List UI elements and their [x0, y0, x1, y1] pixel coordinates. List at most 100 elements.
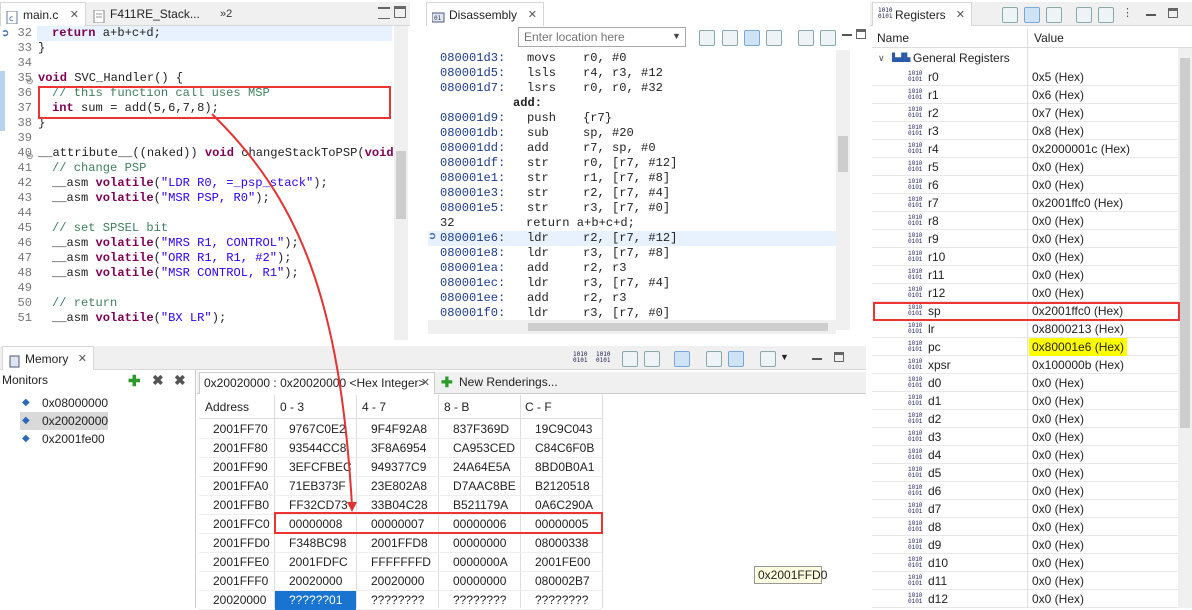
pin-icon[interactable]: [644, 351, 660, 367]
code-line[interactable]: 39: [0, 131, 392, 146]
register-row-r6[interactable]: 1010 0101 r6 0x0 (Hex): [872, 176, 1178, 194]
memory-cell[interactable]: 0A6C290A: [535, 496, 593, 515]
memory-cell[interactable]: FFFFFFFD: [371, 553, 431, 572]
register-value[interactable]: 0x0 (Hex): [1032, 374, 1084, 392]
register-row-d8[interactable]: 1010 0101 d8 0x0 (Hex): [872, 518, 1178, 536]
memory-row[interactable]: 2001FFF0 20020000 20020000 00000000 080002B7: [199, 572, 602, 591]
col-name[interactable]: Name: [877, 31, 909, 45]
close-icon[interactable]: ✕: [421, 373, 430, 393]
disassembly-view[interactable]: 080001d3: movs r0, #0 080001d5: lsls r4, r3, …: [428, 50, 866, 340]
memory-cell[interactable]: 93544CC8: [289, 439, 346, 458]
register-row-d9[interactable]: 1010 0101 d9 0x0 (Hex): [872, 536, 1178, 554]
register-row-r2[interactable]: 1010 0101 r2 0x7 (Hex): [872, 104, 1178, 122]
h-scrollbar[interactable]: [428, 320, 836, 334]
tab-rendering[interactable]: 0x20020000 : 0x20020000 <Hex Integer> ✕: [199, 372, 435, 394]
code-line[interactable]: 41 // change PSP: [0, 161, 392, 176]
register-row-r4[interactable]: 1010 0101 r4 0x2000001c (Hex): [872, 140, 1178, 158]
memory-cell[interactable]: 080002B7: [535, 572, 590, 591]
register-row-r12[interactable]: 1010 0101 r12 0x0 (Hex): [872, 284, 1178, 302]
memory-row[interactable]: 2001FFD0 F348BC98 2001FFD8 00000000 08000338: [199, 534, 602, 553]
register-row-xpsr[interactable]: 1010 0101 xpsr 0x100000b (Hex): [872, 356, 1178, 374]
code-line[interactable]: 49: [0, 281, 392, 296]
register-row-d10[interactable]: 1010 0101 d10 0x0 (Hex): [872, 554, 1178, 572]
code-line[interactable]: 44: [0, 206, 392, 221]
register-row-pc[interactable]: 1010 0101 pc 0x80001e6 (Hex): [872, 338, 1178, 356]
memory-row[interactable]: 2001FF70 9767C0E2 9F4F92A8 837F369D 19C9C043: [199, 420, 602, 439]
disassembly-row[interactable]: 080001e6: ldr r2, [r7, #12]: [428, 231, 836, 246]
scrollbar[interactable]: [394, 26, 408, 340]
register-value[interactable]: 0x0 (Hex): [1032, 284, 1084, 302]
close-icon[interactable]: ✕: [78, 347, 87, 371]
code-line[interactable]: 46 __asm volatile("MRS R1, CONTROL");: [0, 236, 392, 251]
new-view-icon[interactable]: [1076, 7, 1092, 23]
maximize-icon[interactable]: [394, 6, 406, 18]
code-line[interactable]: 32 return a+b+c+d;: [0, 26, 392, 41]
disassembly-row[interactable]: 080001db: sub sp, #20: [428, 126, 836, 141]
disassembly-row[interactable]: 080001d3: movs r0, #0: [428, 51, 836, 66]
register-value[interactable]: 0x0 (Hex): [1032, 230, 1084, 248]
memory-row[interactable]: 2001FFE0 2001FDFC FFFFFFFD 0000000A 2001FE00: [199, 553, 602, 572]
register-value[interactable]: 0x0 (Hex): [1032, 482, 1084, 500]
register-row-r9[interactable]: 1010 0101 r9 0x0 (Hex): [872, 230, 1178, 248]
memory-cell[interactable]: 00000006: [453, 515, 506, 534]
memory-cell[interactable]: 19C9C043: [535, 420, 592, 439]
memory-row[interactable]: 2001FFA0 71EB373F 23E802A8 D7AAC8BE B2120518: [199, 477, 602, 496]
disassembly-row[interactable]: 080001ea: add r2, r3: [428, 261, 836, 276]
add-icon[interactable]: ✚: [128, 372, 141, 390]
pin-icon[interactable]: [820, 30, 836, 46]
code-line[interactable]: 42 __asm volatile("LDR R0, =_psp_stack");: [0, 176, 392, 191]
register-value[interactable]: 0x0 (Hex): [1032, 212, 1084, 230]
chevron-down-icon[interactable]: ▼: [780, 352, 789, 362]
memory-cell[interactable]: 20020000: [371, 572, 424, 591]
register-value[interactable]: 0x0 (Hex): [1032, 590, 1084, 608]
minimize-icon[interactable]: [842, 34, 852, 36]
register-value[interactable]: 0x0 (Hex): [1032, 158, 1084, 176]
register-value[interactable]: 0x0 (Hex): [1032, 554, 1084, 572]
register-value[interactable]: 0x0 (Hex): [1032, 392, 1084, 410]
disassembly-row[interactable]: 080001e3: str r2, [r7, #4]: [428, 186, 836, 201]
register-row-d12[interactable]: 1010 0101 d12 0x0 (Hex): [872, 590, 1178, 608]
memory-cell[interactable]: 837F369D: [453, 420, 509, 439]
scrollbar-thumb[interactable]: [838, 136, 848, 172]
code-line[interactable]: 51 __asm volatile("BX LR");: [0, 311, 392, 326]
memory-cell[interactable]: 2001FDFC: [289, 553, 348, 572]
scrollbar-thumb[interactable]: [1180, 58, 1190, 428]
remove-icon[interactable]: ✖: [152, 372, 164, 389]
register-row-r3[interactable]: 1010 0101 r3 0x8 (Hex): [872, 122, 1178, 140]
disassembly-row[interactable]: 080001ec: ldr r3, [r7, #4]: [428, 276, 836, 291]
collapse-all-icon[interactable]: [1046, 7, 1062, 23]
register-value[interactable]: 0x80001e6 (Hex): [1029, 338, 1128, 356]
tab-memory[interactable]: Memory ✕: [2, 346, 94, 370]
register-value[interactable]: 0x7 (Hex): [1032, 104, 1084, 122]
home-icon[interactable]: [722, 30, 738, 46]
code-line[interactable]: 47 __asm volatile("ORR R1, R1, #2");: [0, 251, 392, 266]
register-row-r0[interactable]: 1010 0101 r0 0x5 (Hex): [872, 68, 1178, 86]
monitor-item[interactable]: ◆ 0x2001fe00: [20, 430, 190, 448]
disassembly-row[interactable]: 080001df: str r0, [r7, #12]: [428, 156, 836, 171]
register-value[interactable]: 0x0 (Hex): [1032, 428, 1084, 446]
register-row-sp[interactable]: 1010 0101 sp 0x2001ffc0 (Hex): [872, 302, 1178, 320]
code-editor[interactable]: ➲ ⊖ ⊖ 32 return a+b+c+d; 33} 34 35 void SVC_H…: [0, 26, 410, 340]
register-row-d11[interactable]: 1010 0101 d11 0x0 (Hex): [872, 572, 1178, 590]
register-value[interactable]: 0x0 (Hex): [1032, 500, 1084, 518]
minimize-icon[interactable]: [1146, 14, 1156, 16]
register-value[interactable]: 0x0 (Hex): [1032, 176, 1084, 194]
memory-cell[interactable]: 20020000: [289, 572, 342, 591]
memory-cell[interactable]: 24A64E5A: [453, 458, 510, 477]
register-value[interactable]: 0x6 (Hex): [1032, 86, 1084, 104]
memory-cell[interactable]: ????????: [371, 591, 424, 610]
scrollbar-thumb[interactable]: [396, 151, 406, 219]
memory-cell[interactable]: 71EB373F: [289, 477, 346, 496]
memory-cell[interactable]: B521179A: [453, 496, 508, 515]
memory-row[interactable]: 2001FF80 93544CC8 3F8A6954 CA953CED C84C6F0B: [199, 439, 602, 458]
go-to-address-icon[interactable]: [699, 30, 715, 46]
code-line[interactable]: 40 __attribute__((naked)) void changeStac…: [0, 146, 400, 161]
disassembly-row[interactable]: 080001e8: ldr r3, [r7, #8]: [428, 246, 836, 261]
new-view-icon[interactable]: [798, 30, 814, 46]
register-value[interactable]: 0x2001ffc0 (Hex): [1032, 302, 1123, 320]
minimize-icon[interactable]: [378, 7, 390, 19]
code-line[interactable]: 50 // return: [0, 296, 392, 311]
register-value[interactable]: 0x0 (Hex): [1032, 410, 1084, 428]
code-line[interactable]: 35 void SVC_Handler() {: [0, 71, 392, 86]
disassembly-row[interactable]: 080001d5: lsls r4, r3, #12: [428, 66, 836, 81]
